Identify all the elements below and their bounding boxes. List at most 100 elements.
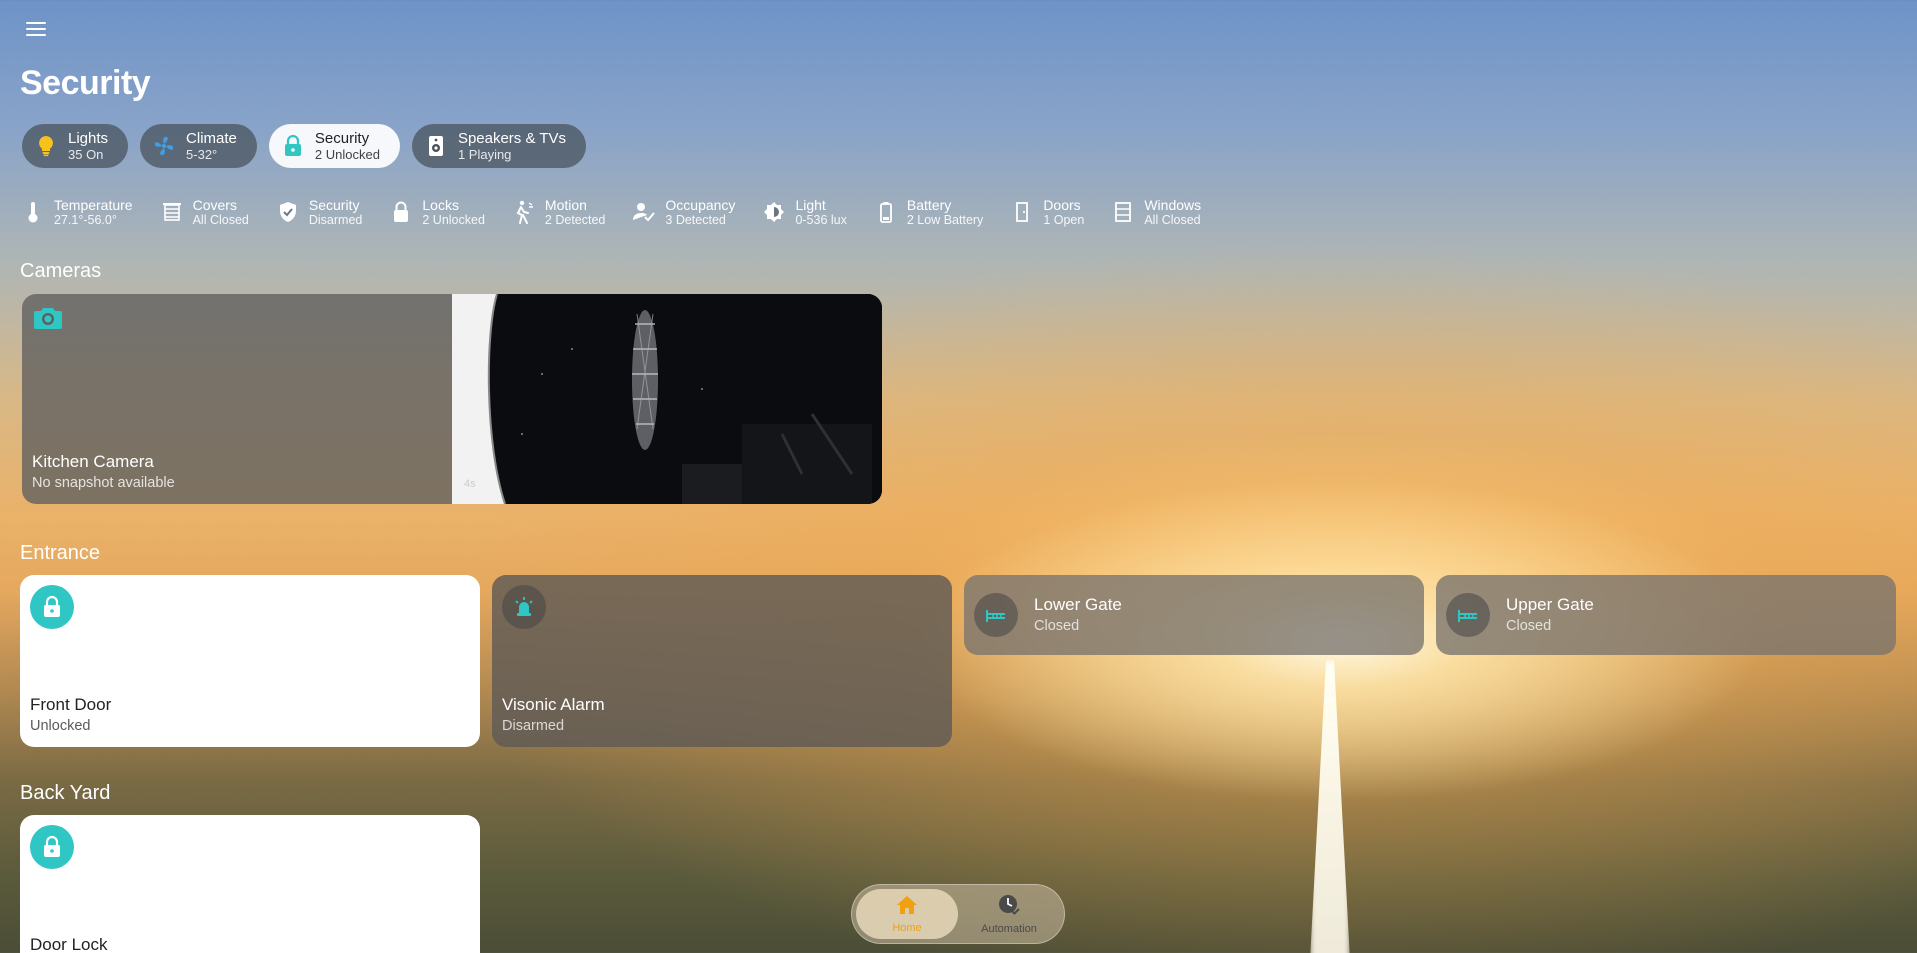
tile-name: Upper Gate [1506,595,1594,614]
camera-name: Kitchen Camera [32,452,154,471]
tile-name: Front Door [30,695,112,714]
badge-occupancy[interactable]: Occupancy 3 Detected [633,196,735,228]
badge-light[interactable]: Light 0-536 lux [763,196,847,228]
badge-state: 27.1°-56.0° [54,212,117,227]
badge-security[interactable]: Security Disarmed [277,196,363,228]
chip-state: 5-32° [186,147,218,162]
battery-icon [875,200,897,224]
tile-name: Lower Gate [1034,595,1122,614]
chip-label: Climate [186,130,237,147]
badge-label: Occupancy [665,196,736,213]
badge-state: All Closed [192,212,249,227]
gate-icon [974,593,1018,637]
chip-security[interactable]: Security 2 Unlocked [268,124,400,168]
badge-label: Battery [906,196,952,213]
badge-state: 2 Low Battery [906,212,984,227]
tile-lower-gate[interactable]: Lower Gate Closed [964,575,1424,655]
chip-label: Security [314,130,370,147]
badge-label: Security [308,196,360,213]
tile-state: Disarmed [502,718,565,734]
badge-windows[interactable]: Windows All Closed [1112,196,1201,228]
page-title: Security [20,64,151,102]
badge-label: Temperature [54,196,133,213]
home-icon [896,895,918,920]
badge-battery[interactable]: Battery 2 Low Battery [875,196,983,228]
window-icon [1112,200,1134,224]
tile-state: Closed [1034,618,1080,634]
section-title-entrance: Entrance [20,542,101,564]
chip-state: 1 Playing [457,147,512,162]
camera-kitchen[interactable]: Kitchen Camera No snapshot available [22,294,452,504]
brightness-icon [763,200,785,224]
lock-open-icon [30,585,74,629]
badge-state: 3 Detected [665,212,726,227]
thermometer-icon [22,200,44,224]
tile-state: Closed [1506,618,1552,634]
badge-label: Light [795,196,826,213]
camera-state: No snapshot available [32,475,175,491]
menu-button[interactable] [24,18,48,40]
lock-icon [390,200,412,224]
nav-home[interactable]: Home [856,889,958,939]
chip-state: 2 Unlocked [314,147,380,162]
badge-state: 0-536 lux [795,212,847,227]
tile-state: Unlocked [30,718,91,734]
badge-motion[interactable]: Motion 2 Detected [513,196,605,228]
camera-feed[interactable]: 4s [452,294,882,504]
automation-clock-icon [998,894,1020,921]
badge-label: Locks [422,196,459,213]
badge-state: All Closed [1144,212,1201,227]
badge-label: Covers [192,196,237,213]
door-icon [1011,200,1033,224]
area-chips: Lights 35 On Climate 5-32° Security 2 Un… [22,124,587,168]
occupancy-icon [633,200,656,224]
camera-tile: Kitchen Camera No snapshot available 4s [22,294,882,504]
section-title-back-yard: Back Yard [20,782,111,804]
chip-lights[interactable]: Lights 35 On [22,124,129,168]
badge-label: Motion [544,196,587,213]
nav-automation[interactable]: Automation [958,889,1060,939]
tile-front-door[interactable]: Front Door Unlocked [20,575,480,747]
alarm-siren-icon [502,585,546,629]
camera-feed-age: 4s [464,478,476,490]
camera-icon [34,306,62,335]
chip-label: Speakers & TVs [457,130,567,147]
tile-name: Visonic Alarm [502,695,605,714]
badge-doors[interactable]: Doors 1 Open [1011,196,1084,228]
badge-covers[interactable]: Covers All Closed [161,196,249,228]
badge-label: Windows [1144,196,1202,213]
menu-icon-line [26,22,46,24]
lock-open-icon [30,825,74,869]
speaker-icon [424,134,448,158]
chip-speakers-tvs[interactable]: Speakers & TVs 1 Playing [411,124,587,168]
menu-icon-line [26,34,46,36]
blinds-icon [161,200,183,224]
gate-icon [1446,593,1490,637]
nav-label: Home [892,921,922,934]
badge-locks[interactable]: Locks 2 Unlocked [390,196,485,228]
fan-icon [152,134,176,158]
tile-upper-gate[interactable]: Upper Gate Closed [1436,575,1896,655]
camera-feed-image [452,294,882,504]
chip-climate[interactable]: Climate 5-32° [140,124,257,168]
tile-name: Door Lock [30,935,108,953]
lock-icon [281,134,305,158]
badge-temperature[interactable]: Temperature 27.1°-56.0° [22,196,133,228]
menu-icon-line [26,28,46,30]
tile-door-lock[interactable]: Door Lock [20,815,480,953]
badge-state: Disarmed [308,212,363,227]
shield-check-icon [277,200,299,224]
chip-state: 35 On [68,147,104,162]
badge-state: 1 Open [1043,212,1085,227]
badge-state: 2 Unlocked [422,212,485,227]
summary-badges: Temperature 27.1°-56.0° Covers All Close… [22,196,1229,228]
background-sunbeam [1310,660,1350,953]
bulb-icon [34,134,58,158]
badge-state: 2 Detected [544,212,606,227]
chip-label: Lights [68,130,109,147]
tile-visonic-alarm[interactable]: Visonic Alarm Disarmed [492,575,952,747]
badge-label: Doors [1043,196,1081,213]
bottom-navigation: Home Automation [851,884,1065,944]
nav-label: Automation [981,922,1037,935]
motion-icon [513,200,535,224]
